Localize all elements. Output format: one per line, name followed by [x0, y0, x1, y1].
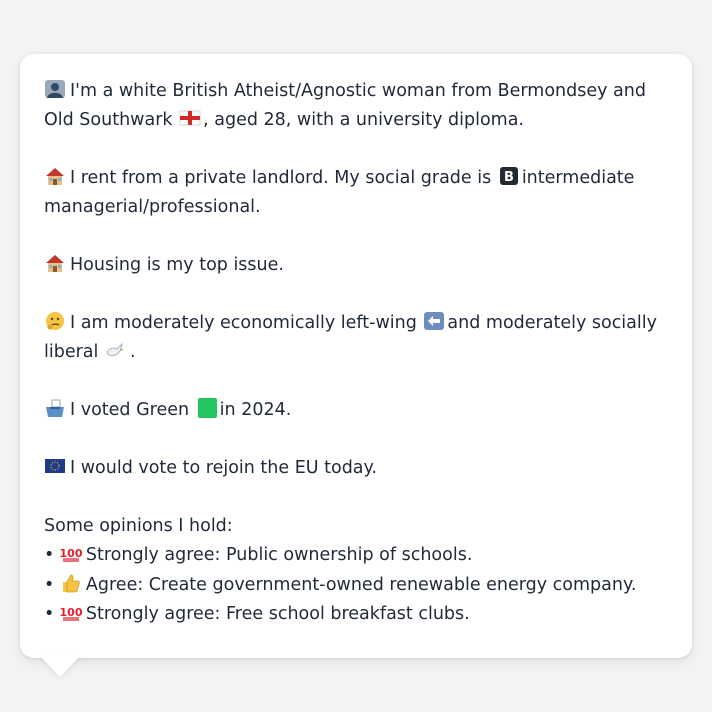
- message-bubble: I'm a white British Atheist/Agnostic wom…: [20, 54, 692, 658]
- svg-text:100: 100: [60, 606, 82, 619]
- svg-text:B: B: [504, 170, 514, 185]
- eu-line: I would vote to rejoin the EU today.: [44, 454, 672, 483]
- b-button-icon: B: [498, 166, 520, 186]
- top-issue-line: Housing is my top issue.: [44, 251, 672, 280]
- ballot-box-icon: [44, 398, 66, 418]
- identity-line: I'm a white British Atheist/Agnostic wom…: [44, 79, 646, 130]
- housing-line: I rent from a private landlord. My socia…: [44, 166, 635, 217]
- hundred-points-icon: 100: [60, 543, 82, 563]
- thinking-face-icon: [44, 311, 66, 331]
- dove-icon: [104, 340, 126, 360]
- bubble-tail: [40, 656, 80, 677]
- eu-flag-icon: [44, 456, 66, 476]
- opinion-item: • 100 Strongly agree: Free school breakf…: [44, 602, 470, 624]
- green-square-icon: [196, 398, 218, 418]
- vote-line: I voted Green in 2024.: [44, 396, 672, 425]
- opinion-item: • 100 Strongly agree: Public ownership o…: [44, 543, 473, 565]
- ideology-line: I am moderately economically left-wing a…: [44, 311, 657, 362]
- left-arrow-icon: [423, 311, 445, 331]
- svg-text:100: 100: [60, 547, 82, 560]
- bust-in-silhouette-icon: [44, 79, 66, 99]
- opinions-title: Some opinions I hold:: [44, 516, 233, 536]
- thumbs-up-icon: [60, 573, 82, 593]
- house-icon: [44, 253, 66, 273]
- house-icon: [44, 166, 66, 186]
- opinion-item: • Agree: Create government-owned renewab…: [44, 573, 637, 595]
- hundred-points-icon: 100: [60, 602, 82, 622]
- england-flag-icon: [179, 108, 201, 128]
